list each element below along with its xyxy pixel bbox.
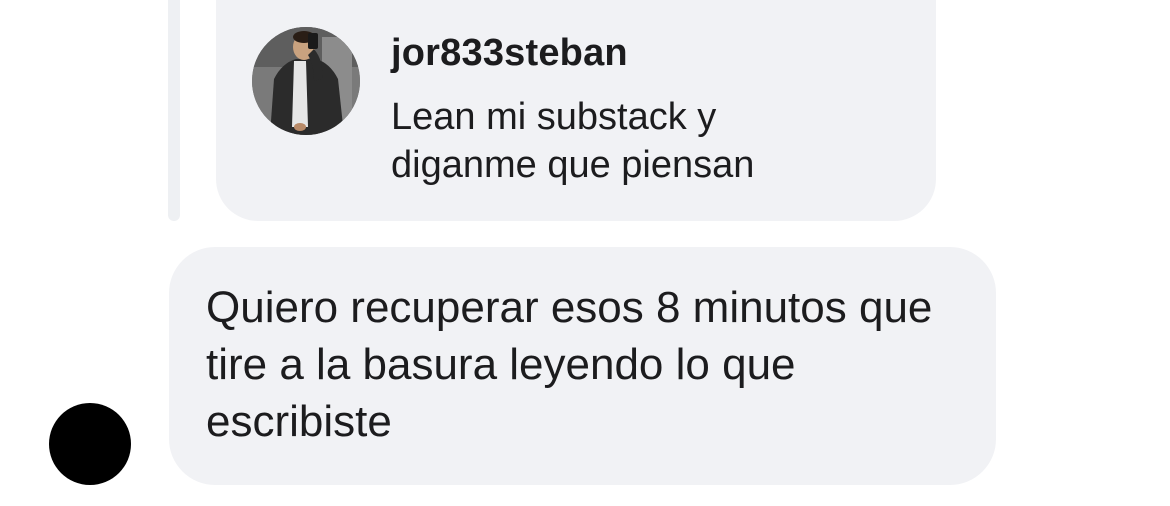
reply-message-text: Quiero recuperar esos 8 minutos que tire… <box>206 283 933 446</box>
quoted-message-text: Lean mi substack y diganme que piensan <box>391 96 755 186</box>
sender-avatar[interactable] <box>49 403 131 485</box>
quoted-message-card[interactable]: jor833steban Lean mi substack y diganme … <box>216 0 936 221</box>
quoted-username[interactable]: jor833steban <box>391 32 628 75</box>
reply-message-bubble[interactable]: Quiero recuperar esos 8 minutos que tire… <box>169 247 996 485</box>
reply-thread-line <box>168 0 180 221</box>
profile-photo-icon <box>252 27 360 135</box>
quoted-user-avatar[interactable] <box>252 27 360 135</box>
